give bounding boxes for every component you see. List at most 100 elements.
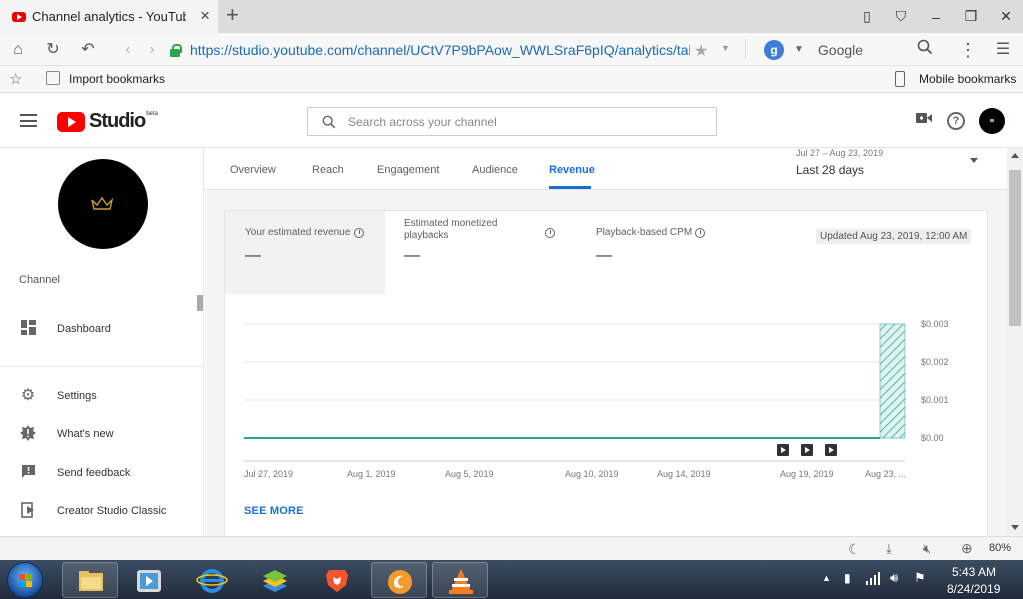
x-tick-label: Aug 5, 2019 (445, 469, 494, 479)
scroll-up-icon[interactable] (1011, 153, 1019, 158)
channel-avatar[interactable] (58, 159, 148, 249)
x-tick-label: Aug 14, 2019 (657, 469, 711, 479)
sidebar-item-send-feedback[interactable]: Send feedback (0, 458, 200, 488)
feedback-icon (19, 464, 37, 482)
video-marker-icon[interactable] (777, 444, 789, 456)
taskbar-uc-browser[interactable] (371, 562, 427, 598)
sidebar-divider (0, 366, 203, 367)
sidebar-item-whats-new[interactable]: What's new (0, 419, 200, 449)
clock-time[interactable]: 5:43 AM (952, 565, 996, 579)
main-scrollbar[interactable] (1007, 148, 1023, 536)
studio-logo[interactable]: Studio beta (57, 110, 158, 133)
tab-reach[interactable]: Reach (312, 164, 344, 176)
night-mode-icon[interactable]: ☾ (848, 541, 861, 558)
y-tick-label: $0.00 (921, 433, 944, 443)
chevron-down-icon[interactable]: ▼ (794, 44, 804, 55)
new-tab-icon[interactable]: + (226, 4, 239, 26)
sidebar-item-creator-studio-classic[interactable]: Creator Studio Classic (0, 496, 200, 526)
search-input[interactable] (348, 114, 688, 129)
undo-icon[interactable]: ↶ (77, 39, 99, 61)
tab-overview[interactable]: Overview (230, 164, 276, 176)
more-options-icon[interactable]: ⋮ (957, 39, 979, 61)
youtube-favicon-icon (12, 11, 26, 22)
create-video-icon[interactable] (916, 111, 932, 128)
taskbar-internet-explorer[interactable] (184, 562, 240, 598)
scroll-down-icon[interactable] (1011, 525, 1019, 530)
channel-search-box[interactable] (307, 107, 717, 136)
sidebar-scrollbar[interactable] (197, 295, 203, 311)
taskbar-file-explorer[interactable] (62, 562, 118, 598)
network-icon[interactable] (866, 571, 880, 588)
close-tab-icon[interactable]: × (200, 7, 210, 25)
scroll-thumb[interactable] (1009, 170, 1021, 326)
back-icon[interactable]: ‹ (117, 39, 139, 61)
close-window-icon[interactable]: ✕ (989, 0, 1023, 33)
taskbar-bluestacks[interactable] (247, 562, 303, 598)
metric-value: — (404, 247, 420, 264)
info-icon[interactable] (695, 228, 705, 238)
analytics-main: Overview Reach Engagement Audience Reven… (205, 148, 1007, 536)
maximize-icon[interactable]: ❐ (954, 0, 988, 33)
metric-label: Playback-based CPM (596, 227, 693, 238)
tray-device-icon[interactable]: ▮ (844, 571, 851, 585)
tab-engagement[interactable]: Engagement (377, 164, 439, 176)
download-icon[interactable]: ⤓ (886, 541, 892, 557)
taskbar-vlc[interactable] (432, 562, 488, 598)
taskbar-brave[interactable] (309, 562, 365, 598)
metric-monetized-playbacks[interactable]: Estimated monetized playbacks — (384, 211, 574, 294)
info-icon[interactable] (545, 228, 555, 238)
crown-icon (91, 197, 113, 210)
date-range-label[interactable]: Last 28 days (796, 163, 864, 177)
minimize-icon[interactable]: – (919, 0, 953, 33)
address-bar[interactable]: https://studio.youtube.com/channel/UCtV7… (163, 37, 739, 62)
mute-icon[interactable]: 🔇︎ (923, 541, 931, 557)
windows-taskbar: ▲ ▮ 🔊︎ ⚑ 5:43 AM 8/24/2019 (0, 560, 1023, 599)
taskbar-media-player[interactable] (121, 562, 177, 598)
see-more-link[interactable]: SEE MORE (244, 505, 304, 517)
video-marker-icon[interactable] (801, 444, 813, 456)
import-bookmarks-link[interactable]: Import bookmarks (69, 72, 165, 86)
tray-expand-icon[interactable]: ▲ (822, 573, 831, 583)
date-range-dropdown-icon[interactable] (970, 158, 978, 163)
hamburger-menu-icon[interactable] (20, 114, 37, 127)
analytics-tabs: Overview Reach Engagement Audience Reven… (205, 148, 1007, 190)
metric-playback-cpm[interactable]: Playback-based CPM — (576, 211, 766, 294)
gear-icon: ⚙ (20, 387, 36, 404)
import-icon (46, 71, 60, 85)
x-tick-label: Jul 27, 2019 (244, 469, 293, 479)
lock-icon (169, 43, 182, 57)
chevron-down-icon[interactable]: ▼ (721, 43, 730, 53)
action-center-flag-icon[interactable]: ⚑ (914, 570, 926, 586)
video-marker-icon[interactable] (825, 444, 837, 456)
mobile-bookmarks-link[interactable]: Mobile bookmarks (919, 72, 1016, 86)
forward-icon[interactable]: › (141, 39, 163, 61)
volume-icon[interactable]: 🔊︎ (890, 570, 898, 586)
tab-list-icon[interactable]: ▯ (850, 0, 884, 33)
menu-icon[interactable]: ☰ (992, 39, 1014, 61)
search-icon[interactable] (914, 39, 936, 61)
account-avatar[interactable] (979, 108, 1005, 134)
info-icon[interactable] (354, 228, 364, 238)
tab-audience[interactable]: Audience (472, 164, 518, 176)
clock-date[interactable]: 8/24/2019 (947, 582, 1000, 596)
zoom-icon[interactable]: ⊕ (961, 540, 973, 557)
home-icon[interactable]: ⌂ (7, 39, 29, 61)
start-button[interactable] (7, 562, 43, 598)
browser-tab-active[interactable]: Channel analytics - YouTube Studio × (0, 0, 218, 33)
metric-estimated-revenue[interactable]: Your estimated revenue — (225, 211, 385, 294)
sidebar-item-dashboard[interactable]: Dashboard (0, 314, 200, 344)
date-range-dates[interactable]: Jul 27 – Aug 23, 2019 (796, 148, 883, 158)
url-text[interactable]: https://studio.youtube.com/channel/UCtV7… (190, 42, 690, 58)
sidebar-item-settings[interactable]: ⚙ Settings (0, 381, 200, 411)
help-icon[interactable]: ? (947, 112, 965, 130)
x-tick-label: Aug 10, 2019 (565, 469, 619, 479)
extension-icon[interactable]: ⛉ (884, 0, 918, 33)
reload-icon[interactable]: ↻ (42, 39, 64, 61)
zoom-level[interactable]: 80% (989, 542, 1011, 554)
x-tick-label: Aug 23, ... (865, 469, 906, 479)
bookmarks-star-icon[interactable]: ☆ (9, 70, 22, 88)
bookmark-star-icon[interactable]: ★ (694, 41, 708, 61)
dashboard-icon (19, 320, 37, 338)
tab-revenue[interactable]: Revenue (549, 164, 595, 176)
pending-data-region (879, 323, 906, 439)
